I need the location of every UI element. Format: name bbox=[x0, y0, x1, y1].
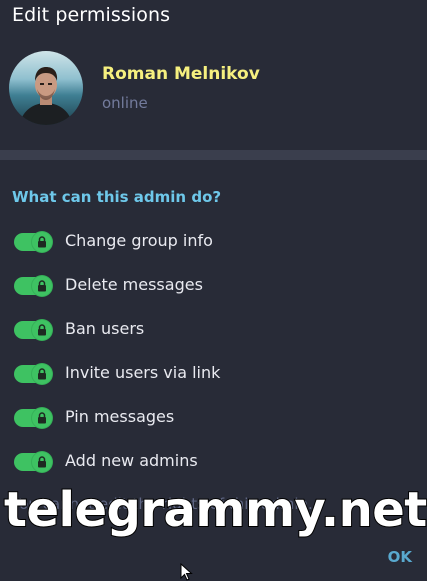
section-divider bbox=[0, 150, 427, 160]
toggle-pin-messages[interactable] bbox=[14, 408, 52, 428]
mouse-cursor-icon bbox=[180, 563, 193, 581]
toggle-knob bbox=[32, 232, 52, 252]
lock-icon bbox=[38, 280, 46, 292]
permission-label: Change group info bbox=[65, 231, 213, 250]
user-profile: Roman Melnikov online bbox=[9, 51, 409, 131]
toggle-knob bbox=[32, 452, 52, 472]
lock-icon bbox=[38, 368, 46, 380]
toggle-delete-messages[interactable] bbox=[14, 276, 52, 296]
avatar bbox=[9, 51, 83, 125]
user-status: online bbox=[102, 94, 148, 112]
permission-row-pin-messages: Pin messages bbox=[14, 404, 414, 448]
toggle-knob bbox=[32, 276, 52, 296]
user-photo-icon bbox=[19, 67, 73, 125]
toggle-add-new-admins[interactable] bbox=[14, 452, 52, 472]
toggle-knob bbox=[32, 364, 52, 384]
dialog-title: Edit permissions bbox=[12, 4, 171, 26]
permission-row-delete-messages: Delete messages bbox=[14, 272, 414, 316]
toggle-knob bbox=[32, 320, 52, 340]
lock-icon bbox=[38, 236, 46, 248]
toggle-invite-users[interactable] bbox=[14, 364, 52, 384]
toggle-knob bbox=[32, 408, 52, 428]
permission-label: Delete messages bbox=[65, 275, 203, 294]
user-name: Roman Melnikov bbox=[102, 64, 260, 84]
permission-label: Ban users bbox=[65, 319, 145, 338]
permissions-section-title: What can this admin do? bbox=[12, 188, 222, 206]
lock-icon bbox=[38, 456, 46, 468]
lock-icon bbox=[38, 324, 46, 336]
lock-icon bbox=[38, 412, 46, 424]
toggle-ban-users[interactable] bbox=[14, 320, 52, 340]
permission-label: Invite users via link bbox=[65, 363, 221, 382]
permissions-list: Change group info Delete messages Ban us… bbox=[14, 228, 414, 492]
permission-label: Pin messages bbox=[65, 407, 175, 426]
watermark: telegrammy.net bbox=[3, 482, 427, 538]
ok-button[interactable]: OK bbox=[388, 548, 412, 566]
permission-row-invite-users: Invite users via link bbox=[14, 360, 414, 404]
toggle-change-group-info[interactable] bbox=[14, 232, 52, 252]
permission-row-ban-users: Ban users bbox=[14, 316, 414, 360]
permission-label: Add new admins bbox=[65, 451, 198, 470]
permission-row-change-group-info: Change group info bbox=[14, 228, 414, 272]
